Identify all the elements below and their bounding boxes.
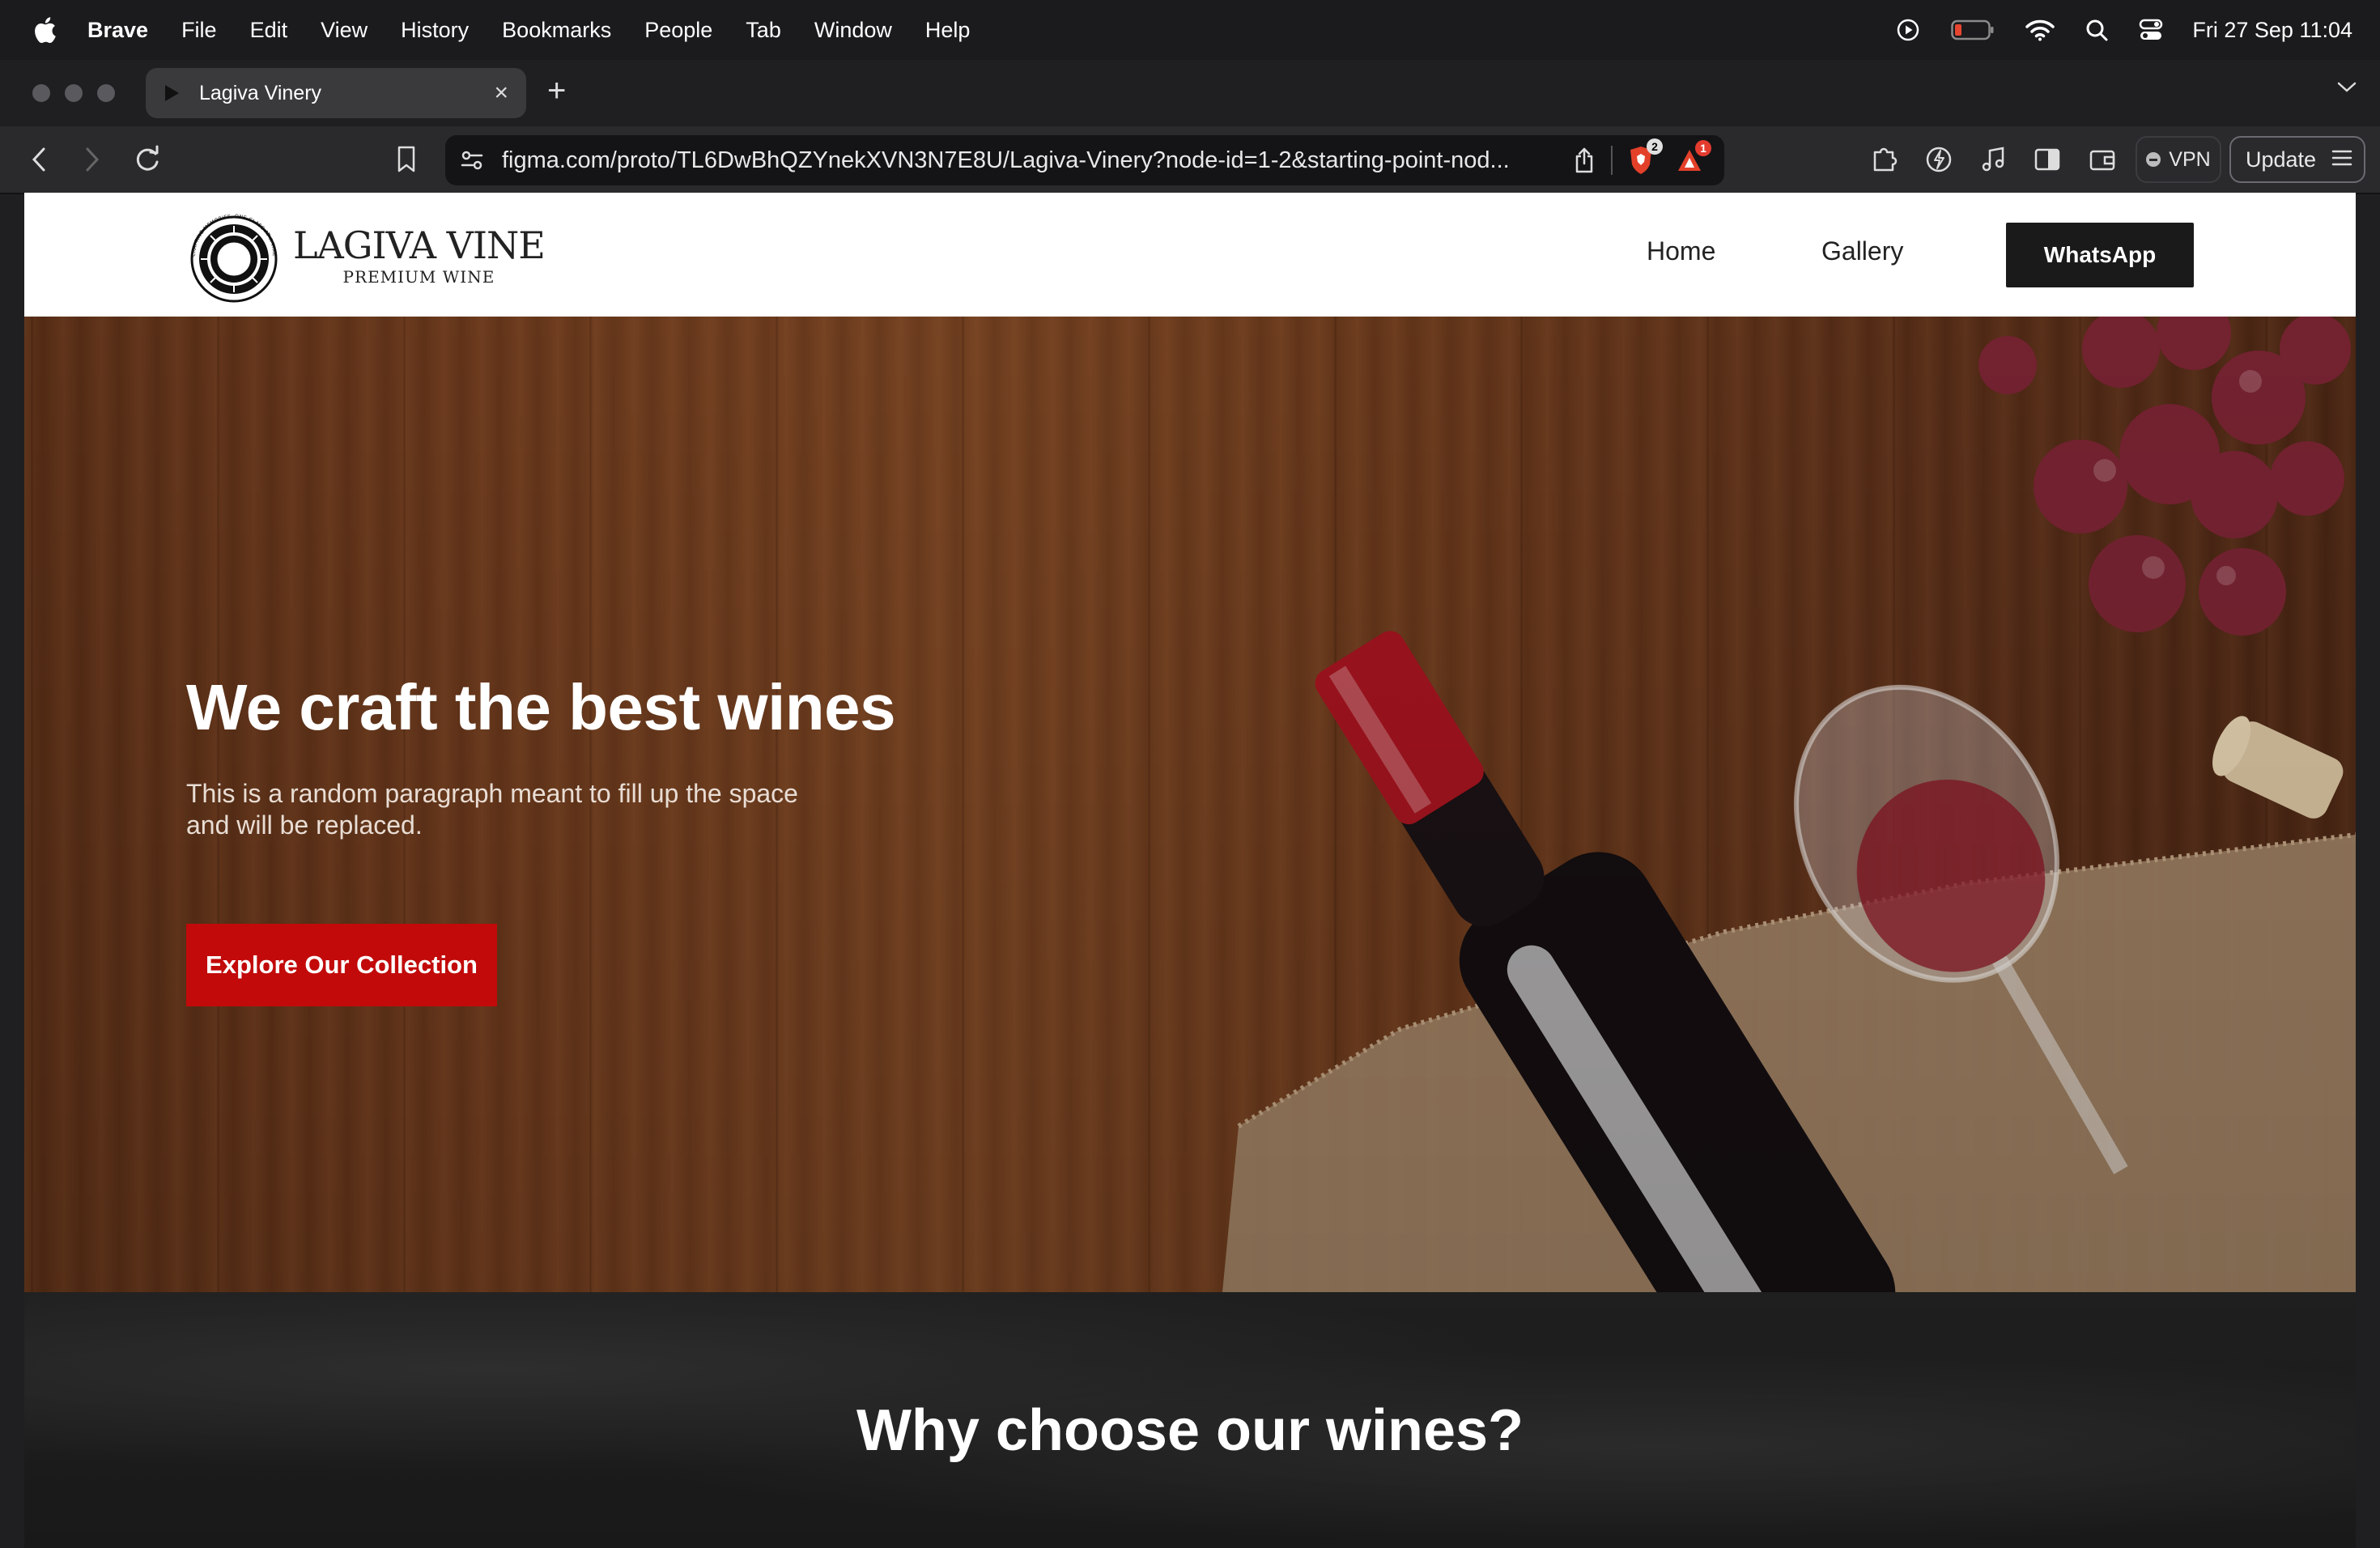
menu-edit[interactable]: Edit xyxy=(250,18,288,43)
chevron-down-icon[interactable] xyxy=(2336,81,2357,98)
menu-bookmarks[interactable]: Bookmarks xyxy=(502,18,611,43)
logo-subtitle: PREMIUM WINE xyxy=(342,267,495,287)
battery-icon[interactable] xyxy=(1951,19,1995,40)
nav-link-gallery[interactable]: Gallery xyxy=(1821,236,1903,266)
bookmark-icon[interactable] xyxy=(394,144,419,179)
hero-section: We craft the best wines This is a random… xyxy=(24,317,2356,1292)
brave-rewards-icon[interactable]: 1 xyxy=(1676,140,1711,174)
why-section-title: Why choose our wines? xyxy=(856,1398,1524,1463)
rewards-count-badge: 1 xyxy=(1695,140,1711,156)
site-logo[interactable]: CRAFTING MEMORIES, ONE GLASS AT A TIME L… xyxy=(186,209,546,304)
menu-people[interactable]: People xyxy=(644,18,712,43)
hero-paragraph: This is a random paragraph meant to fill… xyxy=(186,779,798,840)
site-settings-icon[interactable] xyxy=(460,148,484,172)
menu-history[interactable]: History xyxy=(401,18,469,43)
address-bar[interactable]: figma.com/proto/TL6DwBhQZYnekXVN3N7E8U/L… xyxy=(445,135,1724,185)
window-controls xyxy=(32,84,115,102)
menu-app-name[interactable]: Brave xyxy=(87,18,148,43)
apple-icon[interactable] xyxy=(32,16,57,44)
whatsapp-button[interactable]: WhatsApp xyxy=(2006,223,2194,287)
menu-view[interactable]: View xyxy=(321,18,368,43)
reload-button[interactable] xyxy=(133,144,162,175)
tab-lagiva-vinery[interactable]: Lagiva Vinery × xyxy=(146,68,526,118)
minimize-window-button[interactable] xyxy=(65,84,83,102)
nav-link-home[interactable]: Home xyxy=(1647,236,1715,266)
search-icon[interactable] xyxy=(2085,19,2108,41)
wallet-icon[interactable] xyxy=(2089,144,2118,175)
logo-wordmark: LAGIVA VINE PREMIUM WINE xyxy=(293,223,546,287)
play-triangle-icon xyxy=(164,84,180,102)
menu-window[interactable]: Window xyxy=(814,18,892,43)
wifi-icon[interactable] xyxy=(2025,19,2055,41)
hero-title: We craft the best wines xyxy=(186,671,896,743)
play-circle-icon[interactable] xyxy=(1896,18,1920,42)
leo-ai-icon[interactable] xyxy=(1923,144,1954,175)
sidebar-toggle-icon[interactable] xyxy=(2034,144,2061,175)
extensions-icon[interactable] xyxy=(1870,144,1899,175)
url-text[interactable]: figma.com/proto/TL6DwBhQZYnekXVN3N7E8U/L… xyxy=(502,147,1566,174)
close-tab-icon[interactable]: × xyxy=(494,81,508,105)
update-button[interactable]: Update xyxy=(2229,136,2365,183)
share-icon[interactable] xyxy=(1574,147,1595,174)
divider xyxy=(1611,146,1613,175)
new-tab-button[interactable]: + xyxy=(547,74,566,107)
macos-menu-bar: Brave File Edit View History Bookmarks P… xyxy=(0,0,2380,60)
site-header: CRAFTING MEMORIES, ONE GLASS AT A TIME L… xyxy=(24,193,2356,317)
hamburger-menu-icon xyxy=(2331,147,2352,172)
menu-tab[interactable]: Tab xyxy=(746,18,781,43)
why-choose-section: Why choose our wines? xyxy=(24,1292,2356,1548)
web-page-viewport: CRAFTING MEMORIES, ONE GLASS AT A TIME L… xyxy=(24,193,2356,1548)
tab-strip: Lagiva Vinery × + xyxy=(0,60,2380,126)
shields-count-badge: 2 xyxy=(1647,138,1663,155)
vpn-button[interactable]: VPN xyxy=(2136,136,2221,183)
media-music-icon[interactable] xyxy=(1978,144,2008,175)
browser-toolbar: figma.com/proto/TL6DwBhQZYnekXVN3N7E8U/L… xyxy=(0,126,2380,194)
close-window-button[interactable] xyxy=(32,84,50,102)
control-center-icon[interactable] xyxy=(2139,19,2163,41)
tab-title: Lagiva Vinery xyxy=(199,81,322,104)
logo-name: LAGIVA VINE xyxy=(293,223,546,267)
logo-emblem-icon: CRAFTING MEMORIES, ONE GLASS AT A TIME xyxy=(190,214,278,303)
vpn-status-icon xyxy=(2146,152,2161,167)
zoom-window-button[interactable] xyxy=(97,84,115,102)
brave-shields-icon[interactable]: 2 xyxy=(1627,138,1663,176)
update-label: Update xyxy=(2246,147,2317,172)
menu-file[interactable]: File xyxy=(181,18,217,43)
back-button[interactable] xyxy=(28,144,50,175)
explore-collection-button[interactable]: Explore Our Collection xyxy=(186,924,497,1006)
forward-button[interactable] xyxy=(81,144,104,175)
menu-bar-clock[interactable]: Fri 27 Sep 11:04 xyxy=(2192,18,2352,43)
menu-bar-status-area: Fri 27 Sep 11:04 xyxy=(1865,0,2352,60)
vpn-label: VPN xyxy=(2169,147,2211,171)
menu-help[interactable]: Help xyxy=(925,18,971,43)
